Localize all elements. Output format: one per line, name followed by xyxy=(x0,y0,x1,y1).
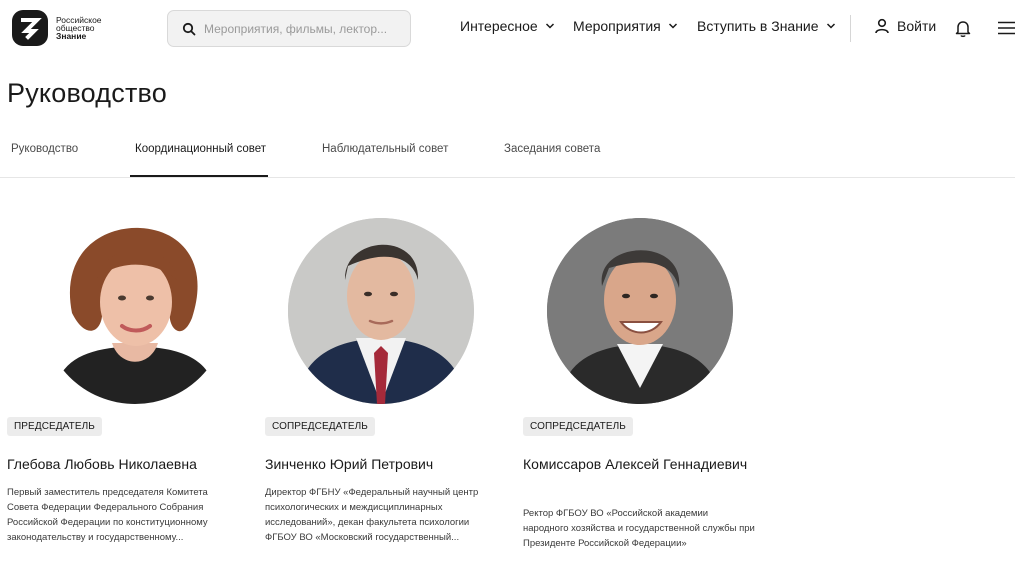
hamburger-menu-icon[interactable] xyxy=(998,21,1015,35)
tab-supervisory-board[interactable]: Наблюдательный совет xyxy=(322,143,448,155)
logo-line-3: Знание xyxy=(56,31,87,41)
nav-join[interactable]: Вступить в Знание xyxy=(697,18,836,34)
chevron-down-icon xyxy=(668,23,677,29)
member-photo[interactable] xyxy=(42,218,228,404)
member-name[interactable]: Комиссаров Алексей Геннадиевич xyxy=(523,453,753,475)
search-input[interactable] xyxy=(204,21,404,36)
member-description: Директор ФГБНУ «Федеральный научный цент… xyxy=(265,487,479,543)
member-portrait xyxy=(547,218,733,404)
search-icon xyxy=(182,22,196,35)
tab-coordination-council[interactable]: Координационный совет xyxy=(135,143,266,155)
tab-council-meetings[interactable]: Заседания совета xyxy=(504,143,600,155)
search-box[interactable] xyxy=(167,10,411,47)
member-portrait xyxy=(42,218,228,404)
nav-events[interactable]: Мероприятия xyxy=(573,18,678,34)
member-description: Первый заместитель председателя Комитета… xyxy=(7,487,208,543)
member-name[interactable]: Зинченко Юрий Петрович xyxy=(265,453,495,475)
site-logo[interactable]: Российское общество Знание xyxy=(12,10,102,46)
nav-interesting-label: Интересное xyxy=(460,18,538,34)
role-badge: ПРЕДСЕДАТЕЛЬ xyxy=(7,417,102,436)
login-button[interactable]: Войти xyxy=(874,18,936,34)
member-photo[interactable] xyxy=(547,218,733,404)
user-icon xyxy=(875,18,889,34)
member-portrait xyxy=(288,218,474,404)
member-name[interactable]: Глебова Любовь Николаевна xyxy=(7,453,237,475)
section-tabs: Руководство Координационный совет Наблюд… xyxy=(0,128,1015,178)
member-photo[interactable] xyxy=(288,218,474,404)
login-label: Войти xyxy=(897,18,937,34)
nav-join-label: Вступить в Знание xyxy=(697,18,819,34)
site-header: Российское общество Знание Интересное Ме… xyxy=(0,0,1015,58)
active-tab-indicator xyxy=(130,175,268,177)
logo-text: Российское общество Знание xyxy=(56,16,102,41)
header-divider xyxy=(850,15,851,42)
page-title: Руководство xyxy=(7,78,167,108)
bell-icon[interactable] xyxy=(954,19,972,38)
chevron-down-icon xyxy=(545,23,554,29)
nav-events-label: Мероприятия xyxy=(573,18,661,34)
znanie-logo-icon xyxy=(12,10,48,46)
member-description: Ректор ФГБОУ ВО «Российской академии нар… xyxy=(523,508,755,549)
tab-leadership[interactable]: Руководство xyxy=(11,143,78,155)
chevron-down-icon xyxy=(826,23,835,29)
role-badge: СОПРЕДСЕДАТЕЛЬ xyxy=(265,417,375,436)
role-badge: СОПРЕДСЕДАТЕЛЬ xyxy=(523,417,633,436)
nav-interesting[interactable]: Интересное xyxy=(460,18,555,34)
